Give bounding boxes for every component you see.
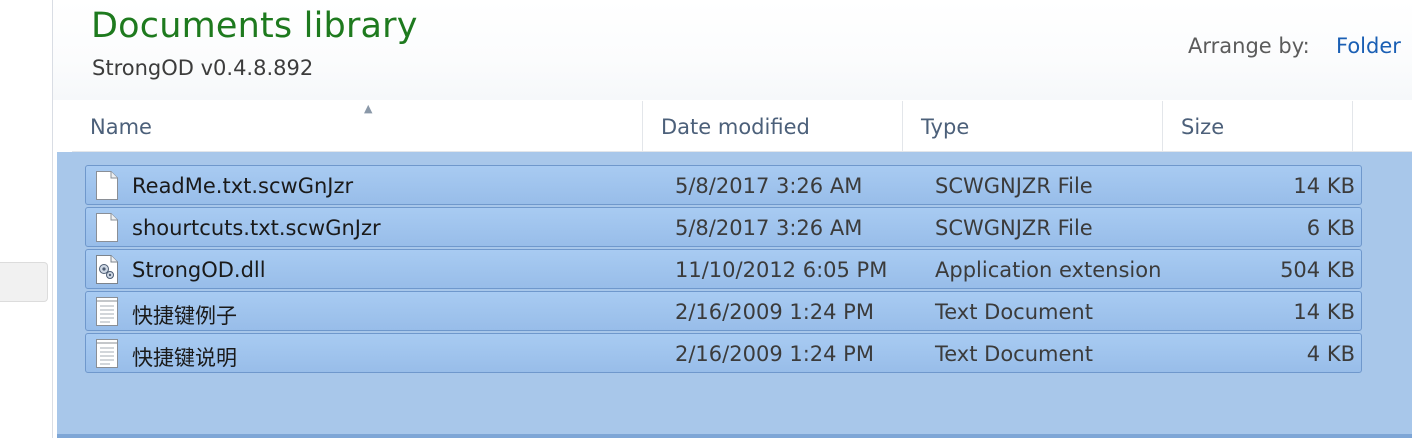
file-size: 14 KB (1293, 174, 1355, 198)
file-name: shourtcuts.txt.scwGnJzr (132, 216, 381, 240)
file-date-modified: 5/8/2017 3:26 AM (675, 216, 863, 240)
file-type: SCWGNJZR File (935, 216, 1093, 240)
file-size: 4 KB (1306, 342, 1355, 366)
file-date-modified: 2/16/2009 1:24 PM (675, 342, 874, 366)
file-type: Application extension (935, 258, 1162, 282)
column-header-size-label: Size (1181, 115, 1225, 139)
column-header-row: ▲ Name Date modified Type Size (72, 101, 1412, 152)
file-name: ReadMe.txt.scwGnJzr (132, 174, 354, 198)
file-row[interactable]: 快捷键例子 2/16/2009 1:24 PM Text Document 14… (85, 291, 1362, 331)
file-row[interactable]: ReadMe.txt.scwGnJzr 5/8/2017 3:26 AM SCW… (85, 165, 1362, 205)
navigation-pane (0, 0, 53, 438)
file-size: 6 KB (1306, 216, 1355, 240)
file-explorer-content: Documents library StrongOD v0.4.8.892 Ar… (53, 0, 1412, 438)
blank-file-icon (95, 213, 119, 242)
file-list-area[interactable]: ReadMe.txt.scwGnJzr 5/8/2017 3:26 AM SCW… (57, 152, 1412, 438)
file-row[interactable]: shourtcuts.txt.scwGnJzr 5/8/2017 3:26 AM… (85, 207, 1362, 247)
arrange-by-dropdown[interactable]: Folder (1336, 34, 1401, 58)
file-name: StrongOD.dll (132, 258, 266, 282)
file-list-bottom-edge (57, 434, 1412, 438)
file-type: Text Document (935, 342, 1093, 366)
library-subtitle: StrongOD v0.4.8.892 (92, 56, 314, 80)
column-header-date-label: Date modified (661, 115, 810, 139)
text-document-icon (95, 297, 119, 326)
dll-file-icon (95, 255, 119, 284)
sort-ascending-icon: ▲ (364, 102, 373, 115)
column-header-type[interactable]: Type (903, 101, 1163, 151)
arrange-by-label: Arrange by: (1188, 34, 1310, 58)
file-name: 快捷键说明 (132, 346, 237, 370)
file-size: 504 KB (1280, 258, 1355, 282)
column-header-name[interactable]: ▲ Name (72, 101, 643, 151)
file-type: SCWGNJZR File (935, 174, 1093, 198)
file-type: Text Document (935, 300, 1093, 324)
column-header-date-modified[interactable]: Date modified (643, 101, 903, 151)
column-header-type-label: Type (921, 115, 970, 139)
file-date-modified: 2/16/2009 1:24 PM (675, 300, 874, 324)
file-name: 快捷键例子 (132, 304, 237, 328)
file-date-modified: 5/8/2017 3:26 AM (675, 174, 863, 198)
library-header: Documents library StrongOD v0.4.8.892 Ar… (53, 0, 1412, 100)
text-document-icon (95, 339, 119, 368)
file-row[interactable]: StrongOD.dll 11/10/2012 6:05 PM Applicat… (85, 249, 1362, 289)
library-title: Documents library (91, 6, 418, 46)
column-header-size[interactable]: Size (1163, 101, 1353, 151)
navigation-pane-item[interactable] (0, 262, 48, 302)
blank-file-icon (95, 171, 119, 200)
column-header-name-label: Name (90, 115, 152, 139)
file-date-modified: 11/10/2012 6:05 PM (675, 258, 888, 282)
file-row[interactable]: 快捷键说明 2/16/2009 1:24 PM Text Document 4 … (85, 333, 1362, 373)
file-size: 14 KB (1293, 300, 1355, 324)
